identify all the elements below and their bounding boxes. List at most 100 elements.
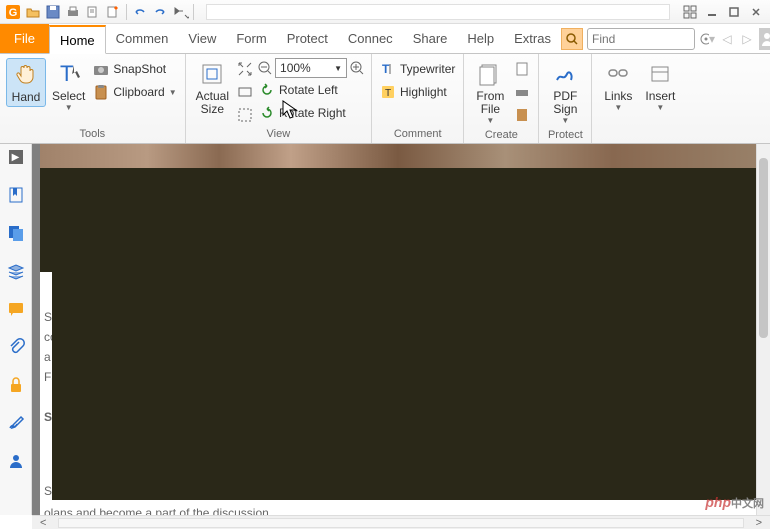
from-file-label-1: From — [476, 89, 504, 103]
clipboard-tool[interactable]: Clipboard ▼ — [91, 81, 178, 103]
bookmarks-icon[interactable] — [5, 184, 27, 206]
select-icon: T — [55, 60, 83, 88]
rotate-right-label: Rotate Right — [279, 106, 346, 120]
comments-icon[interactable] — [5, 298, 27, 320]
scroll-left-icon[interactable]: < — [36, 517, 50, 529]
doc-text-line: S — [44, 308, 52, 326]
security-icon[interactable] — [5, 374, 27, 396]
pdf-sign-label-1: PDF — [553, 89, 577, 103]
typewriter-button[interactable]: T Typewriter — [378, 58, 457, 80]
file-menu[interactable]: File — [0, 24, 49, 53]
print-icon[interactable] — [64, 3, 82, 21]
tab-comment[interactable]: Commen — [106, 24, 179, 53]
zoom-in-icon[interactable] — [349, 60, 365, 76]
zoom-out-icon[interactable] — [257, 60, 273, 76]
settings-icon[interactable]: ▾ — [699, 28, 715, 50]
tab-home[interactable]: Home — [49, 25, 106, 54]
fit-page-icon — [237, 61, 253, 77]
pdf-sign-icon — [551, 60, 579, 88]
expand-panel-icon[interactable]: ▶ — [9, 150, 23, 164]
tab-share[interactable]: Share — [403, 24, 458, 53]
new-icon[interactable] — [104, 3, 122, 21]
pages-icon[interactable] — [5, 222, 27, 244]
share-dropdown-icon[interactable] — [171, 3, 189, 21]
blank-button[interactable] — [512, 58, 532, 80]
insert-button[interactable]: Insert ▼ — [640, 58, 680, 114]
separator — [126, 4, 127, 20]
highlight-label: Highlight — [400, 85, 447, 99]
actual-size-icon — [198, 60, 226, 88]
search-box[interactable] — [587, 28, 695, 50]
doc-text-line: S — [44, 482, 52, 500]
typewriter-icon: T — [380, 61, 396, 77]
links-button[interactable]: Links ▼ — [598, 58, 638, 114]
print-preview-icon[interactable] — [84, 3, 102, 21]
signatures-icon[interactable] — [5, 412, 27, 434]
document-viewport[interactable]: S co a Fa S S olans and become a part of… — [32, 144, 770, 515]
hand-tool[interactable]: Hand — [6, 58, 46, 107]
camera-icon — [93, 61, 109, 77]
maximize-icon[interactable] — [724, 3, 744, 21]
tab-view[interactable]: View — [178, 24, 226, 53]
rotate-right-button[interactable]: Rotate Right — [257, 102, 365, 124]
save-icon[interactable] — [44, 3, 62, 21]
search-button-icon[interactable] — [561, 28, 583, 50]
close-icon[interactable] — [746, 3, 766, 21]
tab-protect[interactable]: Protect — [277, 24, 338, 53]
doc-text-line: a — [44, 348, 51, 366]
app-icon[interactable]: G — [4, 3, 22, 21]
group-label-comment: Comment — [372, 126, 463, 143]
tab-help[interactable]: Help — [457, 24, 504, 53]
pdf-sign-button[interactable]: PDFSign ▼ — [545, 58, 585, 127]
person-icon[interactable] — [5, 450, 27, 472]
typewriter-label: Typewriter — [400, 62, 455, 76]
scroll-right-icon[interactable]: > — [752, 517, 766, 529]
attachments-icon[interactable] — [5, 336, 27, 358]
layers-icon[interactable] — [5, 260, 27, 282]
scrollbar-thumb[interactable] — [759, 158, 768, 338]
select-tool[interactable]: T Select ▼ — [48, 58, 89, 114]
actual-size-button[interactable]: ActualSize — [192, 58, 233, 118]
clipboard-icon — [93, 84, 109, 100]
from-scanner-button[interactable] — [512, 81, 532, 103]
dark-overlay — [52, 174, 756, 500]
document-page: S co a Fa S S olans and become a part of… — [40, 144, 756, 515]
fit-visible-button[interactable] — [235, 104, 255, 126]
group-label-protect: Protect — [539, 127, 591, 144]
group-label-create: Create — [464, 127, 538, 144]
collapse-ribbon-icon[interactable] — [680, 3, 700, 21]
svg-text:T: T — [382, 62, 390, 76]
tab-form[interactable]: Form — [226, 24, 276, 53]
fit-page-button[interactable] — [235, 58, 255, 80]
group-tools: Hand T Select ▼ SnapShot Clipboard ▼ Too… — [0, 54, 186, 143]
rotate-left-button[interactable]: Rotate Left — [257, 79, 365, 101]
tab-extras[interactable]: Extras — [504, 24, 561, 53]
quick-access-toolbar: G — [0, 0, 770, 24]
group-label-view: View — [186, 126, 371, 143]
status-bar: < > — [32, 515, 770, 529]
title-bar — [206, 4, 670, 20]
undo-icon[interactable] — [131, 3, 149, 21]
user-avatar[interactable]: ▾ — [759, 28, 770, 50]
snapshot-tool[interactable]: SnapShot — [91, 58, 178, 80]
links-label: Links — [604, 90, 632, 103]
prev-icon[interactable]: ◁ — [719, 28, 735, 50]
horizontal-scrollbar[interactable] — [58, 518, 743, 528]
highlight-button[interactable]: T Highlight — [378, 81, 457, 103]
doc-text-line: olans and become a part of the discussio… — [44, 504, 269, 515]
fit-width-button[interactable] — [235, 81, 255, 103]
fit-visible-icon — [237, 107, 253, 123]
zoom-select[interactable]: 100%▼ — [275, 58, 347, 78]
next-icon[interactable]: ▷ — [739, 28, 755, 50]
from-file-button[interactable]: FromFile ▼ — [470, 58, 510, 127]
hand-icon — [12, 61, 40, 89]
actual-size-label-1: Actual — [196, 89, 229, 103]
tab-connect[interactable]: Connec — [338, 24, 403, 53]
minimize-icon[interactable] — [702, 3, 722, 21]
rotate-left-icon — [259, 82, 275, 98]
vertical-scrollbar[interactable] — [756, 144, 770, 515]
group-create: FromFile ▼ Create — [464, 54, 539, 143]
redo-icon[interactable] — [151, 3, 169, 21]
open-icon[interactable] — [24, 3, 42, 21]
from-clipboard-button[interactable] — [512, 104, 532, 126]
